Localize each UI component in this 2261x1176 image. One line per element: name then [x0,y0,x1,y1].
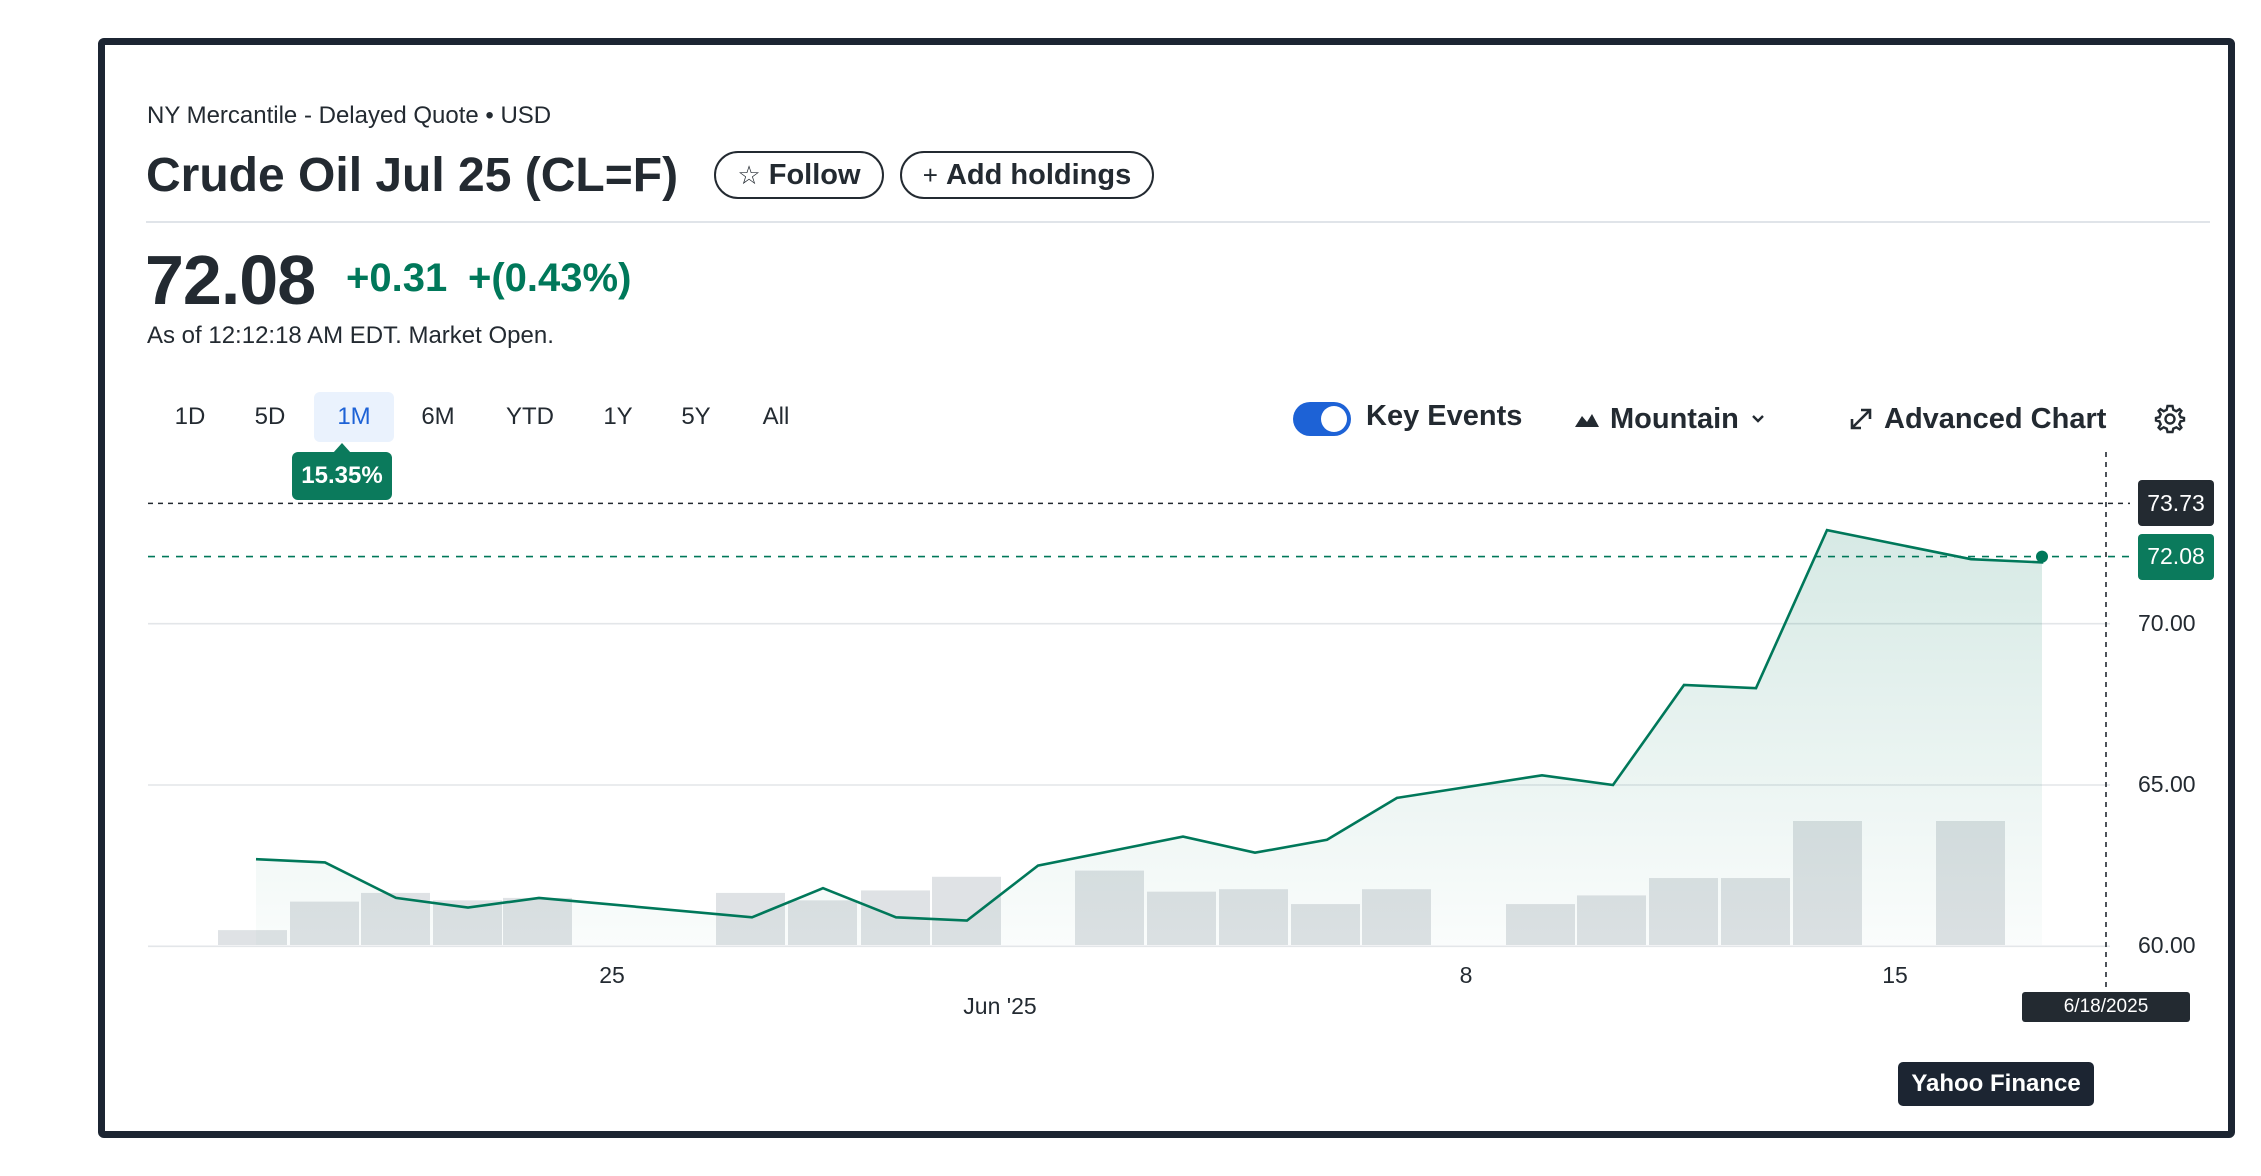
last-price-tag: 72.08 [2138,533,2214,580]
last-price-marker [2036,550,2048,563]
x-tick-label: 25 [599,962,625,988]
yahoo-finance-logo: Yahoo Finance [1898,1062,2094,1106]
y-tick-label: 70.00 [2138,609,2196,636]
price-chart[interactable] [0,0,2261,1176]
y-tick-label: 65.00 [2138,771,2196,797]
cursor-date-tag: 6/18/2025 [2022,992,2190,1022]
price-area [256,530,2042,945]
y-tick-label: 60.00 [2138,932,2196,959]
x-tick-label: 15 [1882,962,1908,988]
x-tick-label: Jun '25 [963,993,1037,1019]
x-tick-label: 8 [1459,962,1473,988]
cursor-price-tag: 73.73 [2138,480,2214,527]
